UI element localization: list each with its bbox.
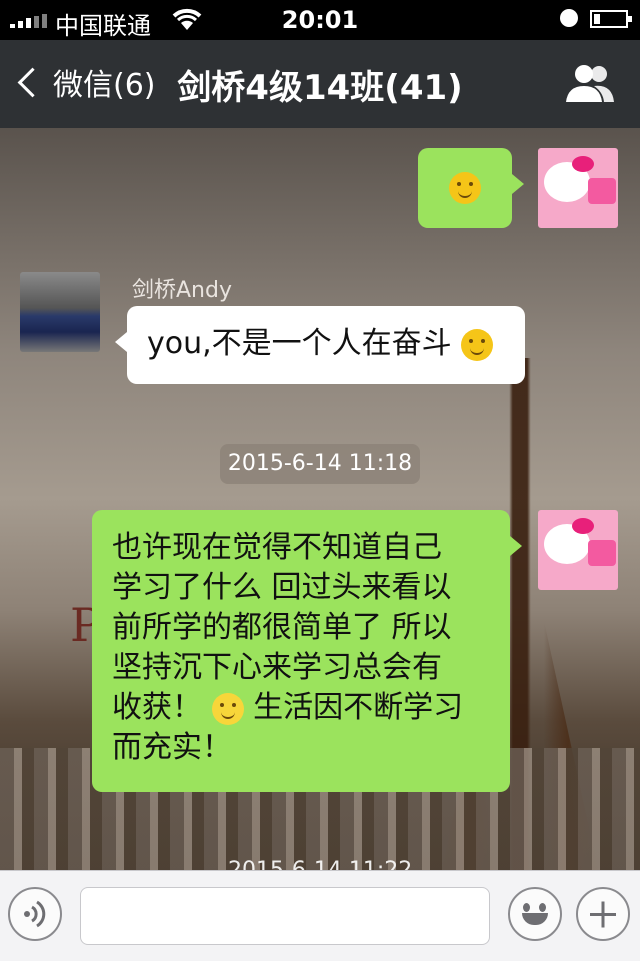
voice-button[interactable] <box>8 887 62 941</box>
people-icon[interactable] <box>564 62 616 104</box>
avatar-self[interactable] <box>538 510 618 590</box>
thinking-emoji-icon <box>461 328 494 361</box>
message-text: 收获！ <box>112 690 202 725</box>
chat-title: 剑桥4级14班(41) <box>177 68 463 108</box>
smile-emoji-icon <box>211 692 244 725</box>
voice-icon <box>24 900 46 928</box>
avatar-self[interactable] <box>538 148 618 228</box>
chat-area[interactable]: P 剑桥Andy you,不是一个人在奋斗 2015-6-14 11:18 也许… <box>0 128 640 870</box>
input-bar <box>0 870 640 961</box>
status-bar: 中国联通 20:01 <box>0 0 640 40</box>
message-line: 收获！ 生活因不断学习 <box>112 688 490 728</box>
message-bubble-self[interactable]: 也许现在觉得不知道自己 学习了什么 回过头来看以 前所学的都很简单了 所以 坚持… <box>92 510 522 792</box>
more-button[interactable] <box>576 887 630 941</box>
battery-icon <box>590 10 632 28</box>
message-line: 也许现在觉得不知道自己 <box>112 530 442 565</box>
avatar-andy[interactable] <box>20 272 100 352</box>
message-input[interactable] <box>80 887 490 945</box>
smiley-icon <box>523 903 530 912</box>
status-time: 20:01 <box>281 6 359 34</box>
message-bubble-other[interactable]: you,不是一个人在奋斗 <box>115 306 525 384</box>
message-text: you,不是一个人在奋斗 <box>147 326 452 361</box>
smiley-mouth <box>522 913 548 925</box>
message-text: 生活因不断学习 <box>253 690 464 725</box>
message-line: 前所学的都很简单了 所以 <box>112 610 452 645</box>
message-line: 学习了什么 回过头来看以 <box>112 570 452 605</box>
message-bubble-self[interactable] <box>418 148 524 228</box>
nav-bar: 微信(6) 剑桥4级14班(41) <box>0 40 640 128</box>
awkward-emoji-icon <box>449 172 481 204</box>
timestamp: 2015-6-14 11:22 <box>228 858 412 870</box>
message-line: 坚持沉下心来学习总会有 <box>112 650 442 685</box>
sender-name: 剑桥Andy <box>132 278 232 303</box>
message-line: 而充实！ <box>112 730 232 765</box>
emoji-button[interactable] <box>508 887 562 941</box>
alarm-clock-icon <box>560 9 578 27</box>
timestamp: 2015-6-14 11:18 <box>220 444 420 484</box>
